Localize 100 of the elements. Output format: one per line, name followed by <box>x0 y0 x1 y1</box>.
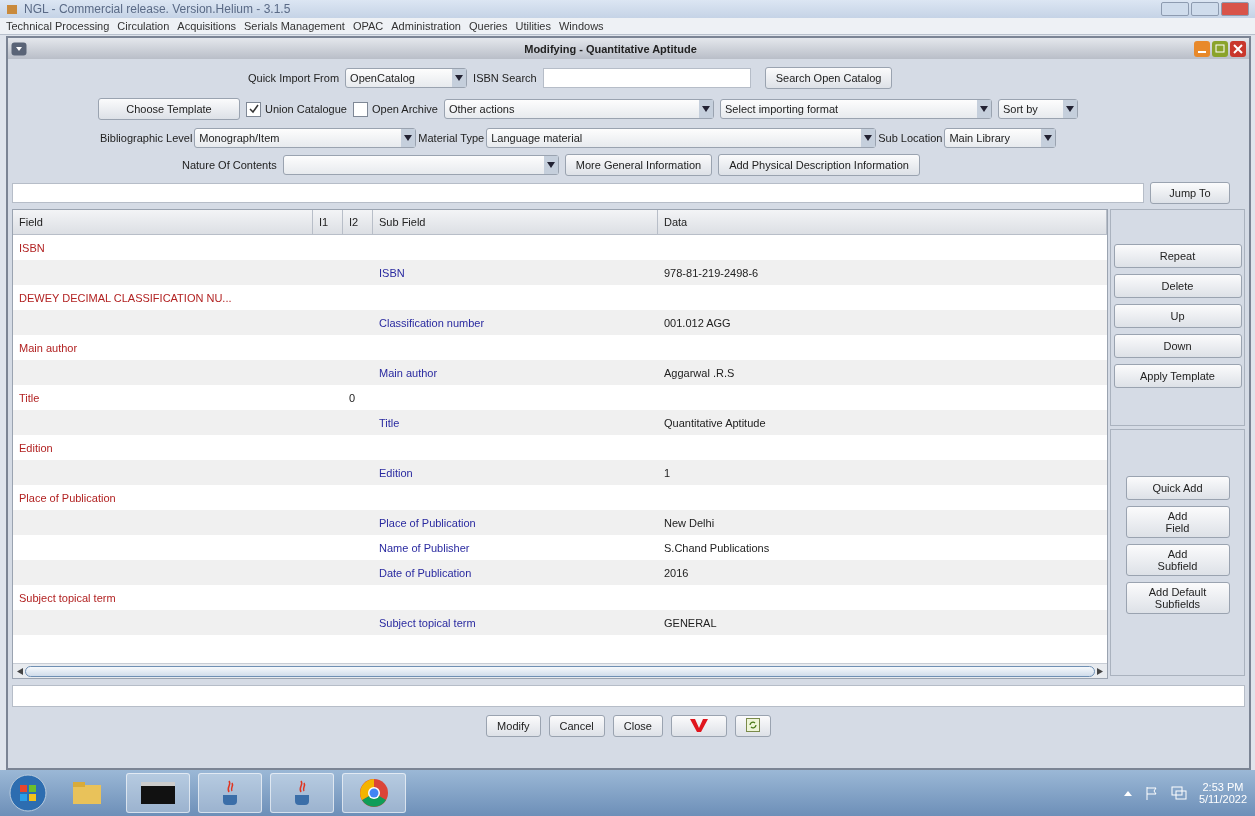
material-type-dropdown[interactable]: Language material <box>486 128 877 148</box>
side-button[interactable]: Down <box>1113 334 1242 358</box>
minimize-button[interactable] <box>1161 2 1189 16</box>
search-open-catalog-button[interactable]: Search Open Catalog <box>764 67 893 89</box>
checkbox[interactable] <box>352 101 368 117</box>
menu-item[interactable]: Windows <box>558 20 604 32</box>
table-cell-text: Classification number <box>378 315 486 331</box>
table-row[interactable]: Title Quantitative Aptitude <box>13 410 1107 435</box>
tray-arrow-icon[interactable] <box>1122 789 1133 797</box>
v-mark-icon <box>687 717 710 733</box>
info-button[interactable]: More General Information <box>564 154 713 176</box>
scroll-right-icon[interactable] <box>1097 667 1103 675</box>
column-header[interactable]: I2 <box>343 210 373 235</box>
frame-menu-icon[interactable] <box>11 41 27 56</box>
column-header[interactable]: I1 <box>313 210 343 235</box>
dropdown-arrow-icon <box>980 106 988 112</box>
side-button[interactable]: Delete <box>1113 274 1242 298</box>
validate-button[interactable] <box>670 715 727 737</box>
status-field[interactable] <box>12 685 1245 707</box>
action-button[interactable]: Close <box>612 715 663 737</box>
side-button[interactable]: Up <box>1113 304 1242 328</box>
browser-icon <box>359 778 389 808</box>
table-cell-text: 978-81-219-2498-6 <box>663 265 760 281</box>
app-title: NGL - Commercial release. Version.Helium - 3.1.5 <box>24 2 291 16</box>
refresh-button[interactable] <box>734 715 771 737</box>
network-icon[interactable] <box>1170 786 1187 800</box>
taskbar-item[interactable] <box>126 773 190 813</box>
choose-template-button[interactable]: Choose Template <box>98 98 240 120</box>
dropdown-arrow-icon <box>546 162 555 168</box>
import-source-dropdown[interactable]: OpenCatalog <box>345 68 468 88</box>
refresh-icon <box>745 718 760 732</box>
menu-item[interactable]: Utilities <box>515 20 551 32</box>
table-row[interactable]: Main author Aggarwal .R.S <box>13 360 1107 385</box>
isbn-search-field[interactable] <box>542 68 751 88</box>
sub-location-dropdown[interactable]: Main Library <box>944 128 1057 148</box>
restore-button[interactable] <box>1191 2 1219 16</box>
flag-icon[interactable] <box>1144 786 1159 800</box>
action-button[interactable]: Cancel <box>548 715 605 737</box>
table-cell-text: Main author <box>378 365 439 381</box>
scroll-left-icon[interactable] <box>17 667 23 675</box>
side-button[interactable]: Add Subfield <box>1125 544 1230 577</box>
table-row[interactable]: Date of Publication 2016 <box>13 560 1107 585</box>
start-button-icon[interactable] <box>8 773 48 813</box>
terminal-icon <box>141 782 175 804</box>
quick-import-label: Quick Import From <box>248 72 340 84</box>
menu-item[interactable]: Technical Processing <box>6 20 110 32</box>
side-button[interactable]: Add Field <box>1125 506 1230 539</box>
table-row[interactable]: Subject topical term GENERAL <box>13 610 1107 635</box>
table-cell-text: Edition <box>18 440 54 456</box>
column-header[interactable]: Sub Field <box>373 210 658 235</box>
menu-item[interactable]: Administration <box>391 20 461 32</box>
table-cell-text: Place of Publication <box>18 490 117 506</box>
table-cell-text: Title <box>378 415 401 431</box>
material-type-label: Material Type <box>418 132 485 144</box>
menu-item[interactable]: Acquisitions <box>177 20 236 32</box>
table-row[interactable]: Place of Publication New Delhi <box>13 510 1107 535</box>
info-button[interactable]: Add Physical Description Information <box>718 154 920 176</box>
table-row[interactable]: ISBN 978-81-219-2498-6 <box>13 260 1107 285</box>
action-button[interactable]: Modify <box>486 715 541 737</box>
table-row[interactable]: Edition 1 <box>13 460 1107 485</box>
bibliographic-level-dropdown[interactable]: Monograph/Item <box>194 128 417 148</box>
table-cell-text: Quantitative Aptitude <box>663 415 767 431</box>
frame-title: Modifying - Quantitative Aptitude <box>524 42 697 55</box>
bibliographic-level-label: Bibliographic Level <box>100 132 193 144</box>
table-cell-text: 001.012 AGG <box>663 315 732 331</box>
column-header[interactable]: Data <box>658 210 1107 235</box>
menu-item[interactable]: OPAC <box>352 20 384 32</box>
table-cell-text: GENERAL <box>663 615 718 631</box>
dropdown-arrow-icon <box>1044 135 1053 141</box>
dropdown-arrow-icon <box>1066 106 1074 112</box>
side-button[interactable]: Apply Template <box>1113 364 1242 388</box>
table-cell-text: ISBN <box>378 265 406 281</box>
column-header[interactable]: Field <box>13 210 313 235</box>
table-cell-text: ISBN <box>18 240 46 256</box>
table-cell-text: Date of Publication <box>378 565 473 581</box>
minimize-icon[interactable] <box>1194 40 1210 57</box>
import-format-dropdown[interactable]: Select importing format <box>720 99 992 119</box>
menu-item[interactable]: Circulation <box>117 20 170 32</box>
horizontal-scrollbar[interactable] <box>13 663 1107 678</box>
close-icon[interactable] <box>1230 40 1246 57</box>
table-row[interactable]: Classification number 001.012 AGG <box>13 310 1107 335</box>
app-icon <box>6 3 18 15</box>
sort-by-dropdown[interactable]: Sort by <box>998 99 1078 119</box>
maximize-icon[interactable] <box>1212 40 1228 57</box>
jump-field[interactable] <box>12 183 1144 203</box>
nature-of-contents-dropdown[interactable] <box>282 155 559 175</box>
checkbox[interactable] <box>246 101 261 117</box>
table-cell-text: Aggarwal .R.S <box>663 365 736 381</box>
nature-of-contents-label: Nature Of Contents <box>182 159 277 171</box>
menu-item[interactable]: Queries <box>468 20 508 32</box>
menu-item[interactable]: Serials Management <box>244 20 345 32</box>
jump-to-button[interactable]: Jump To <box>1150 182 1230 204</box>
side-button[interactable]: Repeat <box>1113 244 1242 268</box>
other-actions-dropdown[interactable]: Other actions <box>444 99 714 119</box>
side-button[interactable]: Add Default Subfields <box>1125 582 1230 615</box>
table-cell-text: S.Chand Publications <box>663 540 771 556</box>
dropdown-arrow-icon <box>404 135 413 141</box>
checkbox-label: Open Archive <box>371 103 438 115</box>
side-button[interactable]: Quick Add <box>1125 476 1230 501</box>
table-cell-text: Place of Publication <box>378 515 477 531</box>
